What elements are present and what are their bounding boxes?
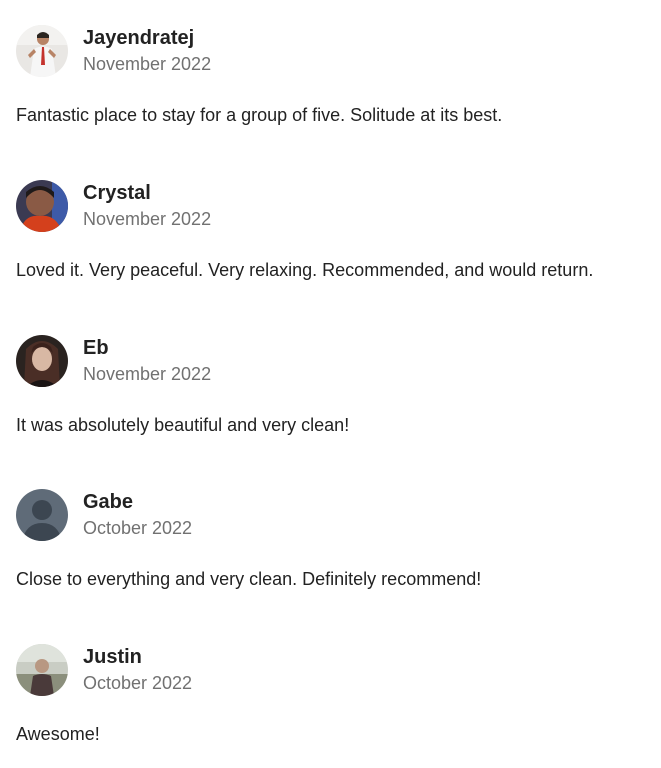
- user-avatar[interactable]: [16, 644, 68, 696]
- review-header: Eb November 2022: [16, 335, 645, 387]
- reviewer-meta: Justin October 2022: [83, 645, 192, 695]
- reviewer-name[interactable]: Eb: [83, 336, 211, 360]
- review-comment: Close to everything and very clean. Defi…: [16, 569, 482, 589]
- reviewer-meta: Jayendratej November 2022: [83, 26, 211, 76]
- user-photo-avatar-icon: [16, 644, 68, 696]
- review-date: October 2022: [83, 673, 193, 693]
- reviewer-name[interactable]: Gabe: [83, 490, 192, 514]
- review-date: November 2022: [83, 54, 212, 74]
- review-item: Justin October 2022 Awesome!: [16, 644, 645, 746]
- review-date: November 2022: [83, 364, 212, 384]
- review-item: Eb November 2022 It was absolutely beaut…: [16, 335, 645, 437]
- user-avatar[interactable]: [16, 335, 68, 387]
- reviewer-meta: Eb November 2022: [83, 336, 211, 386]
- reviewer-name[interactable]: Jayendratej: [83, 26, 211, 50]
- review-comment: Awesome!: [16, 724, 100, 744]
- review-item: Jayendratej November 2022 Fantastic plac…: [16, 25, 645, 127]
- reviewer-meta: Crystal November 2022: [83, 181, 211, 231]
- review-header: Gabe October 2022: [16, 489, 645, 541]
- review-date: October 2022: [83, 518, 193, 538]
- review-comment: It was absolutely beautiful and very cle…: [16, 415, 350, 435]
- review-header: Justin October 2022: [16, 644, 645, 696]
- reviewer-meta: Gabe October 2022: [83, 490, 192, 540]
- user-avatar[interactable]: [16, 25, 68, 77]
- review-item: Crystal November 2022 Loved it. Very pea…: [16, 180, 645, 282]
- user-avatar[interactable]: [16, 489, 68, 541]
- review-comment: Fantastic place to stay for a group of f…: [16, 105, 503, 125]
- default-user-avatar-icon: [16, 489, 68, 541]
- user-photo-avatar-icon: [16, 25, 68, 77]
- user-photo-avatar-icon: [16, 335, 68, 387]
- review-header: Crystal November 2022: [16, 180, 645, 232]
- review-header: Jayendratej November 2022: [16, 25, 645, 77]
- review-date: November 2022: [83, 209, 212, 229]
- user-photo-avatar-icon: [16, 180, 68, 232]
- reviewer-name[interactable]: Crystal: [83, 181, 211, 205]
- review-item: Gabe October 2022 Close to everything an…: [16, 489, 645, 591]
- user-avatar[interactable]: [16, 180, 68, 232]
- review-comment: Loved it. Very peaceful. Very relaxing. …: [16, 260, 594, 280]
- reviewer-name[interactable]: Justin: [83, 645, 192, 669]
